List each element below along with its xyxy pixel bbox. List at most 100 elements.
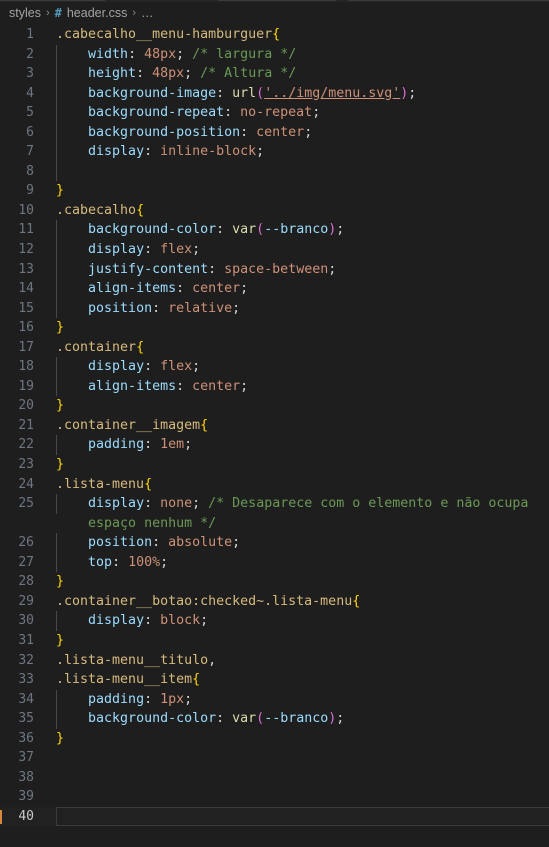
line-number[interactable]: 26 xyxy=(0,533,44,553)
code-text[interactable]: display: flex; xyxy=(44,240,549,260)
code-line[interactable]: 14 align-items: center; xyxy=(0,279,549,299)
line-number[interactable]: 19 xyxy=(0,377,44,397)
code-line[interactable]: 12 display: flex; xyxy=(0,240,549,260)
line-number[interactable]: 7 xyxy=(0,142,44,162)
line-number[interactable]: 12 xyxy=(0,240,44,260)
line-number[interactable]: 10 xyxy=(0,201,44,221)
code-text[interactable]: .container__imagem{ xyxy=(44,416,549,436)
code-text[interactable]: align-items: center; xyxy=(44,279,549,299)
line-number[interactable]: 36 xyxy=(0,729,44,749)
line-number[interactable]: 6 xyxy=(0,123,44,143)
code-text[interactable]: height: 48px; /* Altura */ xyxy=(44,64,549,84)
code-text[interactable]: display: flex; xyxy=(44,357,549,377)
code-line[interactable]: 36} xyxy=(0,729,549,749)
code-text[interactable]: .lista-menu{ xyxy=(44,475,549,495)
code-line[interactable]: 16} xyxy=(0,318,549,338)
code-text[interactable]: espaço nenhum */ xyxy=(44,514,549,534)
code-text[interactable]: } xyxy=(44,572,549,592)
line-number[interactable]: 25 xyxy=(0,494,44,514)
code-line[interactable]: 20} xyxy=(0,396,549,416)
line-number[interactable]: 28 xyxy=(0,572,44,592)
code-text[interactable]: display: inline-block; xyxy=(44,142,549,162)
code-line[interactable]: 23} xyxy=(0,455,549,475)
code-line[interactable]: 24 .lista-menu{ xyxy=(0,475,549,495)
line-number[interactable]: 34 xyxy=(0,690,44,710)
line-number[interactable]: 37 xyxy=(0,748,44,768)
code-line-active[interactable]: 40 xyxy=(0,806,549,827)
code-editor[interactable]: 1 .cabecalho__menu-hamburguer{2 width: 48… xyxy=(0,24,549,847)
code-text[interactable]: padding: 1px; xyxy=(44,690,549,710)
code-text[interactable]: top: 100%; xyxy=(44,553,549,573)
code-line[interactable]: 31} xyxy=(0,631,549,651)
line-number[interactable]: 14 xyxy=(0,279,44,299)
code-text[interactable]: display: block; xyxy=(44,611,549,631)
code-text[interactable]: } xyxy=(44,396,549,416)
code-line[interactable]: 29 .container__botao:checked~.lista-menu{ xyxy=(0,592,549,612)
code-line[interactable]: 22 padding: 1em; xyxy=(0,435,549,456)
line-number[interactable]: 29 xyxy=(0,592,44,612)
code-line-wrapped[interactable]: espaço nenhum */ xyxy=(0,514,549,534)
code-text[interactable]: .container{ xyxy=(44,338,549,358)
code-text[interactable]: background-position: center; xyxy=(44,123,549,143)
code-text[interactable]: } xyxy=(44,729,549,749)
line-number[interactable]: 5 xyxy=(0,103,44,123)
code-text[interactable]: width: 48px; /* largura */ xyxy=(44,45,549,65)
line-number[interactable]: 22 xyxy=(0,435,44,455)
breadcrumb-folder[interactable]: styles xyxy=(9,6,41,20)
line-number[interactable]: 24 xyxy=(0,475,44,495)
code-text[interactable] xyxy=(44,162,549,182)
code-line[interactable]: 32 .lista-menu__titulo, xyxy=(0,651,549,671)
line-number[interactable]: 13 xyxy=(0,260,44,280)
line-number[interactable]: 23 xyxy=(0,455,44,475)
code-text[interactable]: padding: 1em; xyxy=(44,435,549,455)
line-number[interactable]: 32 xyxy=(0,651,44,671)
line-number[interactable]: 40 xyxy=(0,807,44,827)
line-number[interactable]: 17 xyxy=(0,338,44,358)
code-line[interactable]: 26 position: absolute; xyxy=(0,533,549,553)
code-text[interactable]: .container__botao:checked~.lista-menu{ xyxy=(44,592,549,612)
line-number[interactable]: 2 xyxy=(0,45,44,65)
code-text[interactable]: position: relative; xyxy=(44,299,549,319)
code-text[interactable]: } xyxy=(44,318,549,338)
code-line[interactable]: 19 align-items: center; xyxy=(0,376,549,397)
code-text[interactable]: background-color: var(--branco); xyxy=(44,709,549,729)
line-number[interactable]: 33 xyxy=(0,670,44,690)
code-line[interactable]: 38 xyxy=(0,768,549,788)
line-number[interactable]: 11 xyxy=(0,220,44,240)
code-text[interactable]: .cabecalho{ xyxy=(44,201,549,221)
line-number[interactable]: 35 xyxy=(0,709,44,729)
code-line[interactable]: 13 justify-content: space-between; xyxy=(0,259,549,280)
code-line[interactable]: 21 .container__imagem{ xyxy=(0,416,549,436)
code-line[interactable]: 39 xyxy=(0,787,549,807)
code-line[interactable]: 10 .cabecalho{ xyxy=(0,201,549,221)
line-number[interactable]: 1 xyxy=(0,25,44,45)
breadcrumb-file[interactable]: # header.css xyxy=(55,6,128,20)
line-number[interactable]: 9 xyxy=(0,181,44,201)
code-line[interactable]: 18 display: flex; xyxy=(0,357,549,377)
line-number[interactable]: 31 xyxy=(0,631,44,651)
code-line[interactable]: 35 background-color: var(--branco); xyxy=(0,709,549,729)
line-number[interactable]: 8 xyxy=(0,162,44,182)
code-line[interactable]: 5 background-repeat: no-repeat; xyxy=(0,103,549,123)
code-text[interactable]: background-color: var(--branco); xyxy=(44,220,549,240)
line-number[interactable]: 18 xyxy=(0,357,44,377)
code-line[interactable]: 27 top: 100%; xyxy=(0,552,549,573)
line-number[interactable]: 4 xyxy=(0,84,44,104)
code-line[interactable]: 4 background-image: url('../img/menu.svg… xyxy=(0,83,549,104)
code-text[interactable]: background-image: url('../img/menu.svg')… xyxy=(44,84,549,104)
line-number[interactable]: 30 xyxy=(0,611,44,631)
code-text[interactable]: justify-content: space-between; xyxy=(44,260,549,280)
line-number[interactable]: 39 xyxy=(0,787,44,807)
code-text[interactable]: .cabecalho__menu-hamburguer{ xyxy=(44,25,549,45)
code-text[interactable]: background-repeat: no-repeat; xyxy=(44,103,549,123)
code-line[interactable]: 25 display: none; /* Desaparece com o el… xyxy=(0,494,549,514)
line-number[interactable]: 21 xyxy=(0,416,44,436)
code-line[interactable]: 34 padding: 1px; xyxy=(0,689,549,710)
code-text[interactable]: position: absolute; xyxy=(44,533,549,553)
code-text[interactable]: display: none; /* Desaparece com o eleme… xyxy=(44,494,549,514)
code-line[interactable]: 11 background-color: var(--branco); xyxy=(0,220,549,241)
code-line[interactable]: 28} xyxy=(0,572,549,592)
code-line[interactable]: 33 .lista-menu__item{ xyxy=(0,670,549,690)
code-line[interactable]: 1 .cabecalho__menu-hamburguer{ xyxy=(0,25,549,45)
code-line[interactable]: 9} xyxy=(0,181,549,201)
